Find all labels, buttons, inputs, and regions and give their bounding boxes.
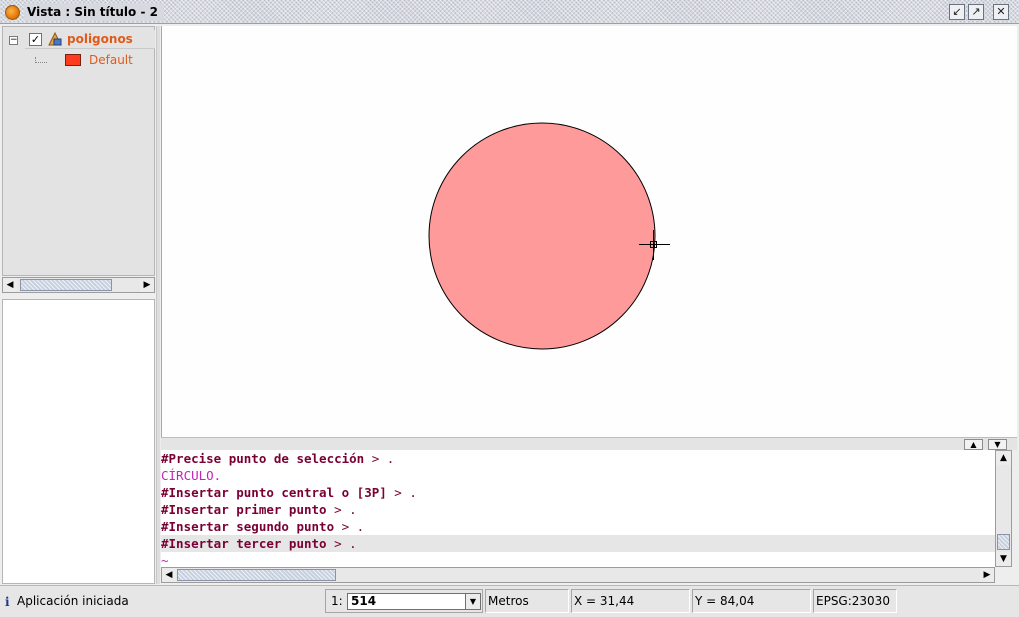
vertical-splitter[interactable] bbox=[156, 26, 160, 584]
layer-name: poligonos bbox=[67, 32, 133, 46]
scale-control: 1: 514 ▼ bbox=[325, 589, 483, 613]
scale-prefix: 1: bbox=[331, 594, 343, 608]
console-line: CÍRCULO. bbox=[161, 467, 995, 484]
layer-row-poligonos[interactable]: ✓ poligonos bbox=[25, 30, 155, 49]
maximize-icon[interactable]: ↗ bbox=[968, 4, 984, 20]
tree-connector bbox=[35, 57, 47, 63]
console-line-text: #Insertar primer punto bbox=[161, 502, 327, 517]
chevron-down-icon[interactable]: ▼ bbox=[465, 594, 480, 609]
console-line-text: ~ bbox=[161, 553, 169, 567]
scroll-right-icon[interactable]: ▶ bbox=[140, 278, 154, 292]
scroll-left-icon[interactable]: ◀ bbox=[162, 568, 176, 582]
console-line-text: #Insertar segundo punto bbox=[161, 519, 335, 534]
console-line-prompt: > . bbox=[386, 485, 417, 500]
console-horizontal-scrollbar[interactable]: ◀ ▶ bbox=[161, 567, 995, 583]
scroll-up-icon[interactable]: ▲ bbox=[996, 451, 1011, 465]
console-line-prompt: > . bbox=[326, 502, 357, 517]
splitter-up-icon[interactable]: ▲ bbox=[964, 439, 983, 450]
console-line-text: #Precise punto de selección bbox=[161, 451, 365, 466]
scroll-thumb[interactable] bbox=[20, 279, 112, 291]
console-line-text: #Insertar tercer punto bbox=[161, 536, 327, 551]
overview-panel[interactable] bbox=[2, 299, 155, 584]
scroll-thumb[interactable] bbox=[177, 569, 336, 581]
units-field: Metros bbox=[485, 589, 569, 613]
crs-field: EPSG:23030 bbox=[813, 589, 897, 613]
console-line: #Precise punto de selección > . bbox=[161, 450, 995, 467]
window-title: Vista : Sin título - 2 bbox=[24, 3, 163, 21]
console-line: ~ bbox=[161, 552, 995, 567]
console-line: #Insertar segundo punto > . bbox=[161, 518, 995, 535]
window-titlebar[interactable]: Vista : Sin título - 2 ↙ ↗ ✕ bbox=[0, 0, 1019, 24]
scroll-down-icon[interactable]: ▼ bbox=[996, 552, 1011, 566]
console-line-prompt: > . bbox=[364, 451, 395, 466]
collapse-icon[interactable]: − bbox=[9, 36, 18, 45]
scroll-left-icon[interactable]: ◀ bbox=[3, 278, 17, 292]
splitter-down-icon[interactable]: ▼ bbox=[988, 439, 1007, 450]
console-line-prompt: > . bbox=[326, 536, 357, 551]
console-line-prompt: > . bbox=[334, 519, 365, 534]
app-icon bbox=[5, 5, 20, 20]
scroll-thumb[interactable] bbox=[997, 534, 1010, 550]
console-line-text: #Insertar punto central o [3P] bbox=[161, 485, 387, 500]
console-splitter[interactable]: ▲ ▼ bbox=[161, 437, 1017, 450]
console-line: #Insertar punto central o [3P] > . bbox=[161, 484, 995, 501]
console-vertical-scrollbar[interactable]: ▲ ▼ bbox=[995, 450, 1012, 567]
status-bar: i Aplicación iniciada 1: 514 ▼ Metros X … bbox=[0, 585, 1019, 617]
layer-visibility-checkbox[interactable]: ✓ bbox=[29, 33, 42, 46]
legend-swatch bbox=[65, 54, 81, 66]
console-line: #Insertar primer punto > . bbox=[161, 501, 995, 518]
scale-combobox[interactable]: 514 ▼ bbox=[347, 593, 481, 610]
info-icon: i bbox=[5, 595, 10, 609]
map-drawing bbox=[428, 122, 670, 350]
toc-horizontal-scrollbar[interactable]: ◀ ▶ bbox=[2, 277, 155, 293]
y-coordinate: Y = 84,04 bbox=[692, 589, 811, 613]
console-line: #Insertar tercer punto > . bbox=[161, 535, 995, 552]
layer-tree[interactable]: − ✓ poligonos Default bbox=[2, 26, 155, 276]
command-console[interactable]: #Precise punto de selección > . CÍRCULO. #… bbox=[161, 450, 995, 567]
console-line-text: CÍRCULO. bbox=[161, 468, 222, 483]
x-coordinate: X = 31,44 bbox=[571, 589, 690, 613]
circle-geometry[interactable] bbox=[428, 122, 656, 350]
minimize-icon[interactable]: ↙ bbox=[949, 4, 965, 20]
close-icon[interactable]: ✕ bbox=[993, 4, 1009, 20]
polygon-layer-icon bbox=[48, 32, 62, 46]
map-canvas[interactable] bbox=[161, 26, 1017, 437]
legend-label: Default bbox=[89, 53, 133, 67]
scale-value[interactable]: 514 bbox=[351, 594, 376, 609]
scroll-right-icon[interactable]: ▶ bbox=[980, 568, 994, 582]
status-message: Aplicación iniciada bbox=[17, 594, 129, 608]
